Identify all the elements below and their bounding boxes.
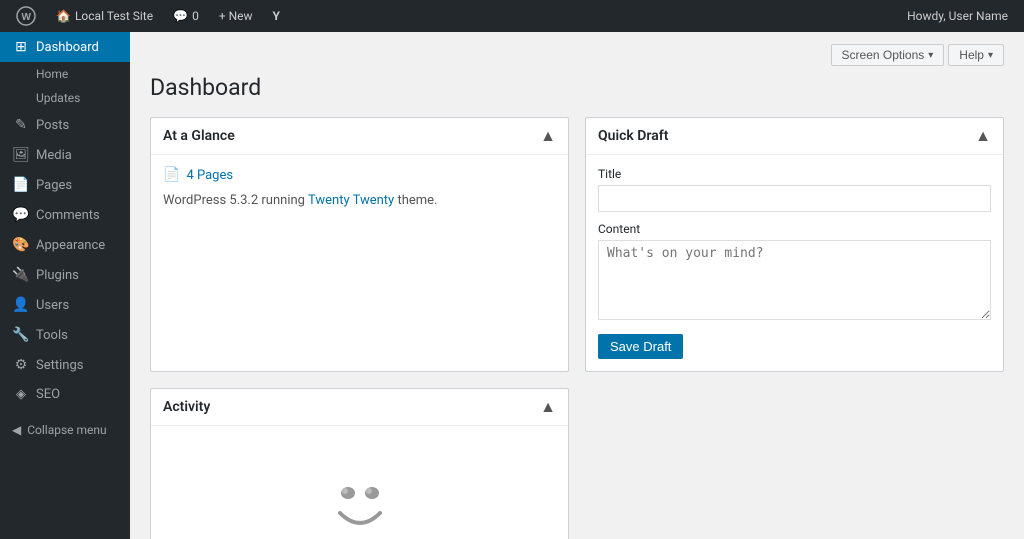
screen-options-arrow-icon: ▾ <box>928 50 933 61</box>
activity-title: Activity <box>163 399 210 415</box>
users-icon: 👤 <box>12 297 30 313</box>
sidebar-item-appearance[interactable]: 🎨 Appearance <box>0 230 130 260</box>
sidebar-item-updates[interactable]: Updates <box>0 86 130 110</box>
adminbar-wp-logo[interactable]: W <box>8 0 44 32</box>
quick-draft-widget: Quick Draft ▲ Title Content Save Draft <box>585 117 1004 372</box>
media-icon: 🖼 <box>12 147 30 163</box>
pages-count-link[interactable]: 📄 4 Pages <box>163 167 556 183</box>
activity-empty-state: No activity yet! <box>163 438 556 539</box>
adminbar-new[interactable]: + New <box>211 0 261 32</box>
adminbar-yoast[interactable]: Y <box>265 0 288 32</box>
dashboard-grid: At a Glance ▲ 📄 4 Pages WordPress 5.3.2 … <box>150 117 1004 539</box>
dashboard-icon: ⊞ <box>12 39 30 55</box>
posts-icon: ✎ <box>12 117 30 133</box>
smiley-face-icon <box>320 468 400 538</box>
activity-toggle[interactable]: ▲ <box>540 397 556 417</box>
appearance-icon: 🎨 <box>12 237 30 253</box>
adminbar-howdy[interactable]: Howdy, User Name <box>899 0 1016 32</box>
activity-widget: Activity ▲ <box>150 388 569 539</box>
wp-version-text: WordPress 5.3.2 running Twenty Twenty th… <box>163 193 556 208</box>
sidebar-item-pages[interactable]: 📄 Pages <box>0 170 130 200</box>
help-button[interactable]: Help ▾ <box>948 44 1004 66</box>
plugins-icon: 🔌 <box>12 267 30 283</box>
pages-doc-icon: 📄 <box>163 167 180 183</box>
at-a-glance-body: 📄 4 Pages WordPress 5.3.2 running Twenty… <box>151 155 568 220</box>
quick-draft-title: Quick Draft <box>598 128 668 144</box>
seo-icon: ◈ <box>12 387 30 402</box>
quick-draft-toggle[interactable]: ▲ <box>975 126 991 146</box>
sidebar-item-plugins[interactable]: 🔌 Plugins <box>0 260 130 290</box>
sidebar-item-media[interactable]: 🖼 Media <box>0 140 130 170</box>
page-title: Dashboard <box>150 74 1004 101</box>
draft-content-textarea[interactable] <box>598 240 991 320</box>
comments-icon: 💬 <box>12 207 30 223</box>
adminbar-site-name[interactable]: 🏠 Local Test Site <box>48 0 161 32</box>
draft-title-label: Title <box>598 167 991 181</box>
draft-title-input[interactable] <box>598 185 991 212</box>
activity-body: No activity yet! <box>151 426 568 539</box>
pages-icon: 📄 <box>12 177 30 193</box>
theme-link[interactable]: Twenty Twenty <box>308 193 394 208</box>
settings-icon: ⚙ <box>12 357 30 373</box>
at-a-glance-toggle[interactable]: ▲ <box>540 126 556 146</box>
help-arrow-icon: ▾ <box>988 50 993 61</box>
sidebar-item-tools[interactable]: 🔧 Tools <box>0 320 130 350</box>
activity-header: Activity ▲ <box>151 389 568 426</box>
collapse-arrow-icon: ◀ <box>12 423 21 437</box>
quick-draft-body: Title Content Save Draft <box>586 155 1003 371</box>
adminbar-comments[interactable]: 💬 0 <box>165 0 207 32</box>
at-a-glance-header: At a Glance ▲ <box>151 118 568 155</box>
sidebar-item-settings[interactable]: ⚙ Settings <box>0 350 130 380</box>
admin-menu: ⊞ Dashboard Home Updates ✎ Posts 🖼 Media… <box>0 32 130 539</box>
save-draft-button[interactable]: Save Draft <box>598 334 683 359</box>
screen-options-button[interactable]: Screen Options ▾ <box>831 44 945 66</box>
svg-text:W: W <box>22 12 32 23</box>
screen-meta-bar: Screen Options ▾ Help ▾ <box>150 44 1004 66</box>
sidebar-item-seo[interactable]: ◈ SEO <box>0 380 130 409</box>
quick-draft-header: Quick Draft ▲ <box>586 118 1003 155</box>
collapse-menu-button[interactable]: ◀ Collapse menu <box>0 413 130 447</box>
main-content: Screen Options ▾ Help ▾ Dashboard At a G… <box>130 32 1024 539</box>
at-a-glance-widget: At a Glance ▲ 📄 4 Pages WordPress 5.3.2 … <box>150 117 569 372</box>
sidebar-item-comments[interactable]: 💬 Comments <box>0 200 130 230</box>
admin-bar: W 🏠 Local Test Site 💬 0 + New Y Howdy, U… <box>0 0 1024 32</box>
sidebar-item-dashboard[interactable]: ⊞ Dashboard <box>0 32 130 62</box>
sidebar-item-posts[interactable]: ✎ Posts <box>0 110 130 140</box>
tools-icon: 🔧 <box>12 327 30 343</box>
sidebar-item-home[interactable]: Home <box>0 62 130 86</box>
sidebar-item-users[interactable]: 👤 Users <box>0 290 130 320</box>
at-a-glance-title: At a Glance <box>163 128 235 144</box>
draft-content-label: Content <box>598 222 991 236</box>
